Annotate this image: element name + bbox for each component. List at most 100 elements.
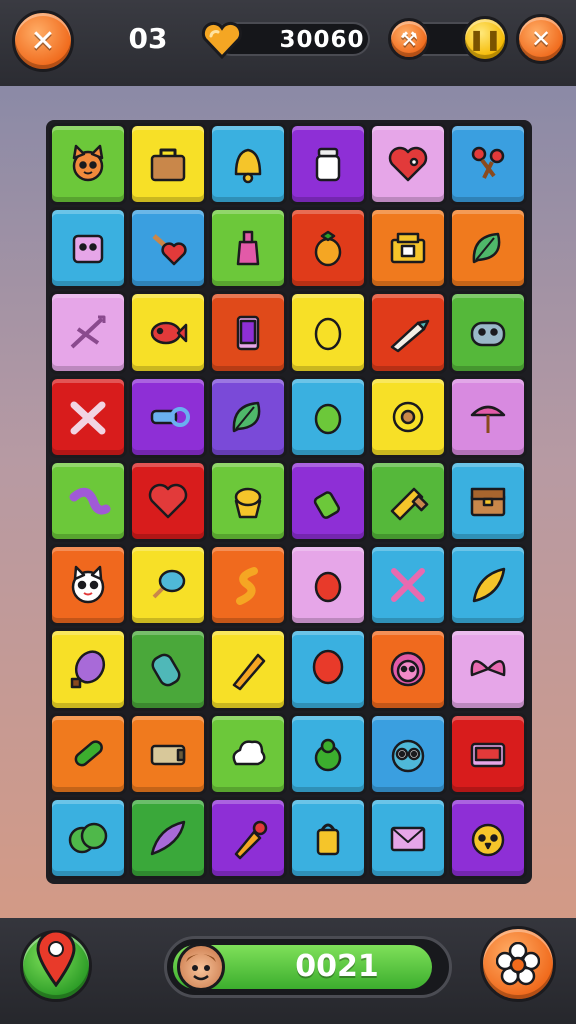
heart-icon (148, 483, 188, 519)
tile[interactable] (369, 459, 447, 543)
tile[interactable] (129, 796, 207, 879)
tile[interactable] (129, 207, 207, 290)
pause-icon: ❚❚ (468, 27, 502, 51)
tile[interactable] (129, 291, 207, 374)
jar-icon (315, 147, 341, 182)
cloud-icon (232, 740, 266, 765)
close-x-icon: ✕ (30, 23, 56, 59)
tile[interactable] (129, 712, 207, 795)
tile[interactable] (289, 712, 367, 795)
settings-button[interactable] (480, 926, 556, 1002)
close-button[interactable]: ✕ (12, 10, 74, 72)
progress-bar: 0021 (164, 936, 452, 998)
tile[interactable] (289, 796, 367, 879)
tile[interactable] (49, 796, 127, 879)
box-icon (390, 233, 426, 264)
dropper-icon (234, 820, 268, 860)
battery-icon (150, 744, 186, 765)
balloon-icon (312, 650, 344, 685)
pear-icon (314, 738, 342, 771)
feather-icon (150, 820, 186, 856)
tile[interactable] (209, 291, 287, 374)
tile[interactable] (209, 544, 287, 627)
tile[interactable] (209, 123, 287, 206)
level-indicator: 03 (128, 22, 168, 55)
close-x-icon: ✕ (530, 25, 552, 53)
pause-button[interactable]: ❚❚ (462, 16, 508, 62)
tile[interactable] (49, 459, 127, 543)
tile[interactable] (49, 544, 127, 627)
hammer-button[interactable]: ⚒ (388, 18, 430, 60)
tile[interactable] (369, 544, 447, 627)
tube-icon (151, 654, 181, 687)
leaf-icon (472, 233, 501, 264)
tile[interactable] (289, 375, 367, 458)
tile[interactable] (369, 375, 447, 458)
umbrella-icon (470, 405, 506, 433)
tile[interactable] (449, 123, 527, 206)
tile[interactable] (449, 796, 527, 879)
keys-icon (471, 146, 505, 180)
map-pin-icon (36, 931, 76, 987)
tile[interactable] (129, 123, 207, 206)
exit-button[interactable]: ✕ (516, 14, 566, 64)
tile[interactable] (49, 628, 127, 711)
tile[interactable] (129, 544, 207, 627)
tile[interactable] (369, 796, 447, 879)
player-avatar-icon (177, 943, 225, 991)
hammer-icon: ⚒ (400, 27, 418, 51)
tile[interactable] (49, 375, 127, 458)
tile[interactable] (289, 207, 367, 290)
tile[interactable] (449, 459, 527, 543)
cucumber-icon (74, 739, 103, 767)
tile[interactable] (209, 712, 287, 795)
pencil-icon (232, 654, 266, 691)
tile[interactable] (289, 459, 367, 543)
tile[interactable] (209, 459, 287, 543)
tile[interactable] (129, 628, 207, 711)
cat-face-icon (71, 565, 105, 604)
counter-value: 0021 (295, 949, 379, 984)
tile[interactable] (49, 123, 127, 206)
tile[interactable] (449, 291, 527, 374)
tile[interactable] (449, 207, 527, 290)
tile[interactable] (49, 291, 127, 374)
tile[interactable] (449, 544, 527, 627)
bush-icon (68, 822, 108, 854)
tile[interactable] (369, 712, 447, 795)
heart-icon (200, 18, 244, 62)
tile[interactable] (449, 628, 527, 711)
tile[interactable] (289, 291, 367, 374)
tile[interactable] (369, 123, 447, 206)
tile[interactable] (369, 207, 447, 290)
cupcake-icon (234, 487, 262, 519)
pen-icon (390, 319, 430, 352)
map-button[interactable] (20, 930, 92, 1002)
leaf-icon (232, 401, 261, 433)
tile[interactable] (289, 123, 367, 206)
cube-icon (72, 235, 104, 264)
tile[interactable] (209, 628, 287, 711)
tile[interactable] (369, 628, 447, 711)
tile[interactable] (49, 207, 127, 290)
tile[interactable] (289, 544, 367, 627)
radio-icon (470, 742, 506, 767)
tile[interactable] (449, 375, 527, 458)
tile[interactable] (369, 291, 447, 374)
chest-icon (470, 487, 506, 517)
tile[interactable] (449, 712, 527, 795)
drop-icon (314, 571, 342, 603)
tile[interactable] (129, 375, 207, 458)
gear-flower-icon (496, 942, 540, 986)
tile[interactable] (209, 796, 287, 879)
tile[interactable] (209, 207, 287, 290)
tile[interactable] (209, 375, 287, 458)
bell-icon (234, 148, 262, 184)
tile[interactable] (289, 628, 367, 711)
worm-icon (69, 487, 111, 515)
tile[interactable] (129, 459, 207, 543)
top-bar: ✕ 03 30060 ⚒ ❚❚ ✕ (0, 0, 576, 86)
owl-icon (391, 739, 425, 772)
tile[interactable] (49, 712, 127, 795)
scope-icon (150, 406, 190, 427)
